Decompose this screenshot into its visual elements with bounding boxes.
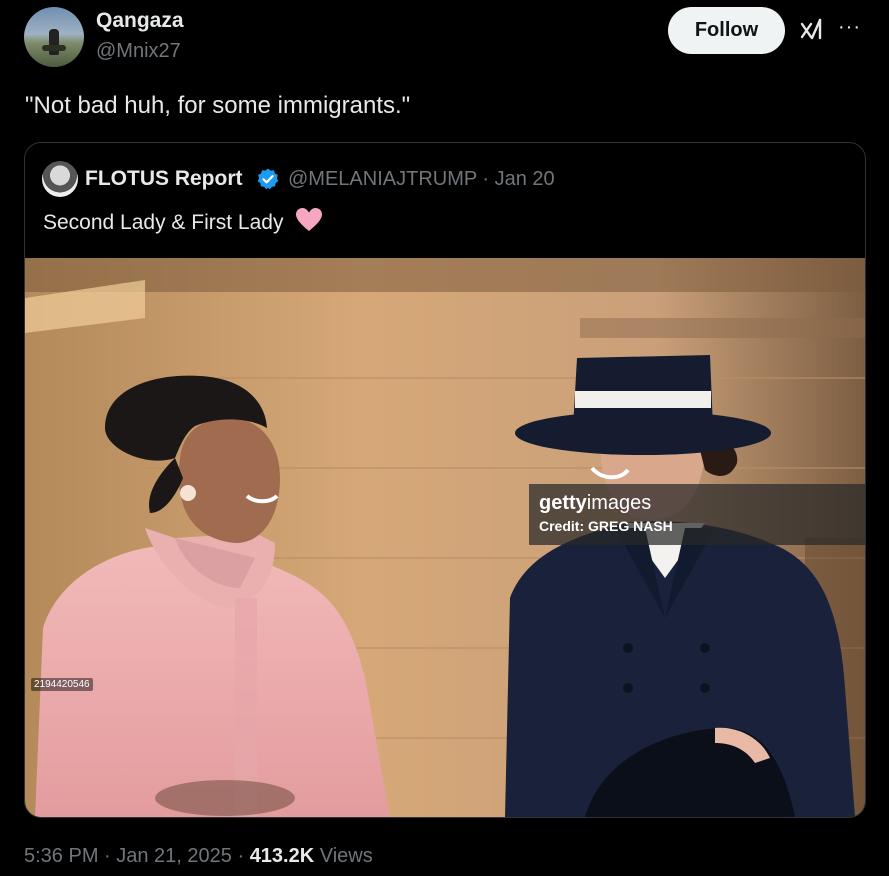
views-count: 413.2K [249,845,315,867]
getty-logo: gettyimages [539,492,651,515]
photo-id: 2194420546 [31,678,93,691]
views-label: Views [314,845,373,867]
avatar-figure [49,29,59,55]
quoted-author-name[interactable]: FLOTUS Report [85,167,243,191]
quoted-text-content: Second Lady & First Lady [43,211,284,234]
getty-logo-rest: images [586,492,652,514]
author-avatar[interactable] [24,7,84,67]
getty-logo-bold: getty [539,492,587,514]
quoted-tweet[interactable]: FLOTUS Report @MELANIAJTRUMP · Jan 20 Se… [24,142,866,818]
photo-credit: Credit: GREG NASH [539,518,673,534]
quoted-text: Second Lady & First Lady [43,207,323,235]
pink-heart-icon [296,208,323,231]
tweet-meta: 5:36 PM · Jan 21, 2025 · 413.2K Views [24,845,373,868]
verified-badge-icon [257,168,279,190]
quoted-handle-date[interactable]: @MELANIAJTRUMP · Jan 20 [288,168,555,191]
grok-icon[interactable] [798,16,826,44]
more-icon[interactable]: ··· [838,16,861,39]
follow-button[interactable]: Follow [668,7,785,54]
author-handle[interactable]: @Mnix27 [96,40,181,63]
avatar-ground [42,45,66,51]
getty-watermark: gettyimages Credit: GREG NASH [529,484,865,545]
tweet-text: "Not bad huh, for some immigrants." [25,92,411,119]
tweet-timestamp[interactable]: 5:36 PM · Jan 21, 2025 · [24,845,250,867]
author-name[interactable]: Qangaza [96,9,184,33]
quoted-avatar[interactable] [42,161,78,197]
